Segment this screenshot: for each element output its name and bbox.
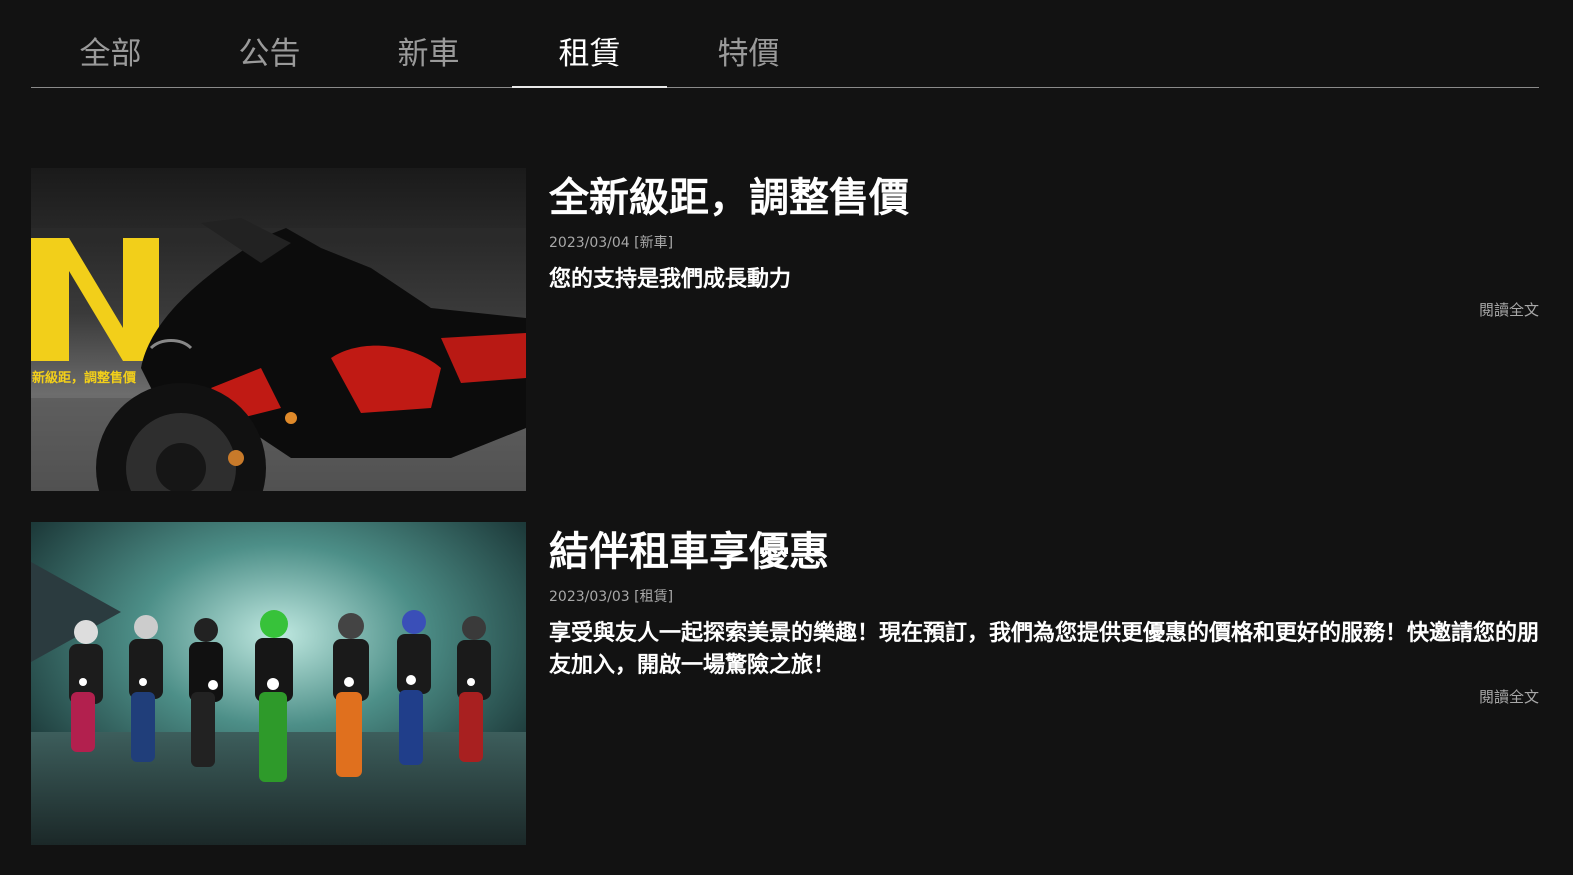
article-card: 新級距，調整售價 全新級距，調整售價 2023/03/04 [新車] 您的支持是… <box>31 168 1539 491</box>
motorcycle-image: 新級距，調整售價 <box>31 168 526 491</box>
riders-group-image <box>31 522 526 845</box>
article-meta: 2023/03/04 [新車] <box>549 235 674 251</box>
category-tabs: 全部 公告 新車 租賃 特價 <box>31 0 1539 88</box>
tab-specials[interactable]: 特價 <box>671 34 826 74</box>
article-card: 結伴租車享優惠 2023/03/03 [租賃] 享受與友人一起探索美景的樂趣！現… <box>31 522 1539 845</box>
article-meta: 2023/03/03 [租賃] <box>549 589 674 605</box>
tab-announcements[interactable]: 公告 <box>192 34 347 74</box>
tab-rental[interactable]: 租賃 <box>512 34 667 74</box>
article-thumbnail[interactable]: 新級距，調整售價 <box>31 168 526 491</box>
read-more-link[interactable]: 閱讀全文 <box>1479 299 1539 320</box>
article-title[interactable]: 結伴租車享優惠 <box>549 528 829 576</box>
tab-new-bikes[interactable]: 新車 <box>351 34 506 74</box>
image-caption: 新級距，調整售價 <box>32 370 137 386</box>
article-excerpt: 您的支持是我們成長動力 <box>549 267 792 292</box>
article-title[interactable]: 全新級距，調整售價 <box>549 174 909 222</box>
active-tab-indicator <box>512 86 667 88</box>
read-more-link[interactable]: 閱讀全文 <box>1479 686 1539 707</box>
tab-all[interactable]: 全部 <box>33 34 188 74</box>
article-excerpt: 享受與友人一起探索美景的樂趣！現在預訂，我們為您提供更優惠的價格和更好的服務！快… <box>549 621 1540 678</box>
article-thumbnail[interactable] <box>31 522 526 845</box>
